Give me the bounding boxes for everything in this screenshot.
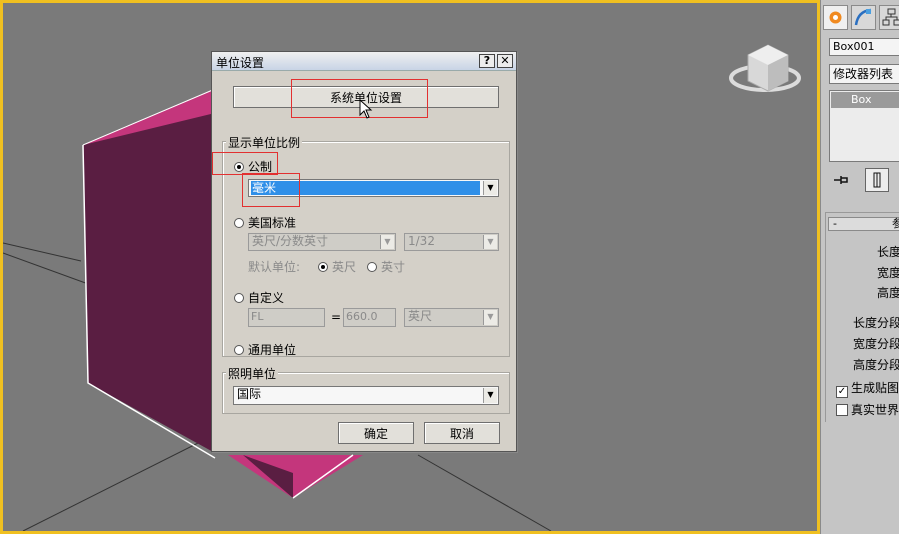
- ok-button[interactable]: 确定: [338, 422, 414, 444]
- dialog-title-bar[interactable]: 单位设置 ? ✕: [212, 52, 516, 71]
- real-world-label: 真实世界: [851, 403, 899, 417]
- modify-tab-icon[interactable]: [851, 5, 876, 30]
- custom-label: 自定义: [248, 291, 285, 305]
- default-unit-label: 默认单位:: [248, 260, 301, 274]
- default-feet-radio[interactable]: 英尺: [318, 258, 356, 275]
- command-panel-tabs: [823, 5, 899, 31]
- gen-mapping-checkbox[interactable]: ✓ 生成贴图: [836, 379, 899, 398]
- param-height-label: 高度: [876, 286, 899, 300]
- param-height-segs-label: 高度分段: [852, 358, 899, 372]
- chevron-down-icon: ▼: [483, 388, 497, 403]
- metric-units-dropdown[interactable]: 毫米 ▼: [248, 179, 499, 197]
- radio-selected-icon: [318, 262, 328, 272]
- rollout-toggle: -: [833, 217, 837, 230]
- us-fraction-dropdown[interactable]: 1/32 ▼: [404, 233, 499, 251]
- modifier-stack[interactable]: Box: [829, 90, 899, 162]
- metric-units-value: 毫米: [251, 181, 480, 195]
- metric-radio[interactable]: 公制: [234, 158, 272, 175]
- radio-unselected-icon: [234, 218, 244, 228]
- custom-unit-value: 英尺: [408, 309, 433, 323]
- cancel-button[interactable]: 取消: [424, 422, 500, 444]
- radio-unselected-icon: [367, 262, 377, 272]
- checkbox-unchecked-icon: [836, 404, 848, 416]
- custom-radio[interactable]: 自定义: [234, 289, 284, 306]
- rollout-header[interactable]: - 参: [828, 217, 899, 231]
- grid-line: [22, 432, 219, 531]
- box-front-face[interactable]: [83, 89, 215, 453]
- custom-unit-dropdown[interactable]: 英尺 ▼: [404, 308, 499, 327]
- object-name-field[interactable]: Box001: [829, 38, 899, 56]
- create-tab-icon[interactable]: [823, 5, 848, 30]
- dialog-title: 单位设置: [216, 56, 265, 70]
- lighting-units-legend: 照明单位: [226, 365, 279, 382]
- real-world-checkbox[interactable]: 真实世界: [836, 401, 899, 418]
- command-panel: Box001 修改器列表 Box - 参 长度 宽度 高度 长度分段 宽度分段 …: [820, 0, 899, 534]
- metric-label: 公制: [248, 160, 273, 174]
- stack-item-box[interactable]: Box: [831, 92, 899, 108]
- gen-mapping-label: 生成贴图: [851, 381, 899, 395]
- chevron-down-icon: ▼: [483, 310, 497, 325]
- us-fraction-value: 1/32: [408, 234, 435, 248]
- us-units-value: 英尺/分数英寸: [252, 234, 329, 248]
- rollout-title: 参: [892, 217, 899, 230]
- chevron-down-icon: ▼: [483, 235, 497, 249]
- radio-unselected-icon: [234, 345, 244, 355]
- custom-name-field[interactable]: FL: [248, 308, 325, 327]
- radio-selected-icon: [234, 162, 244, 172]
- us-standard-radio[interactable]: 美国标准: [234, 214, 296, 231]
- custom-equals-label: =: [331, 310, 342, 324]
- hierarchy-tab-icon[interactable]: [879, 5, 899, 30]
- param-width-segs-label: 宽度分段: [852, 337, 899, 351]
- param-length-label: 长度: [876, 245, 899, 259]
- generic-units-radio[interactable]: 通用单位: [234, 341, 296, 358]
- chevron-down-icon: ▼: [380, 235, 394, 249]
- show-end-result-icon[interactable]: [865, 168, 889, 192]
- pin-stack-icon[interactable]: [831, 170, 851, 190]
- default-inch-radio[interactable]: 英寸: [367, 258, 405, 275]
- stack-tools: [829, 168, 899, 192]
- lighting-units-dropdown[interactable]: 国际 ▼: [233, 386, 499, 405]
- us-standard-label: 美国标准: [248, 216, 297, 230]
- grid-line: [3, 242, 82, 262]
- chevron-down-icon: ▼: [483, 181, 497, 195]
- default-feet-label: 英尺: [332, 260, 357, 274]
- help-button[interactable]: ?: [479, 54, 495, 68]
- units-setup-dialog: 单位设置 ? ✕ 系统单位设置 显示单位比例 公制 毫米 ▼ 美国标准 英尺/分…: [211, 51, 517, 452]
- mouse-cursor-icon: [359, 99, 373, 119]
- parameters-rollout: - 参 长度 宽度 高度 长度分段 宽度分段 高度分段 ✓ 生成贴图 真实世界: [825, 212, 899, 422]
- grid-line: [417, 454, 552, 531]
- radio-unselected-icon: [234, 293, 244, 303]
- checkbox-checked-icon: ✓: [836, 386, 848, 398]
- close-button[interactable]: ✕: [497, 54, 513, 68]
- display-unit-scale-legend: 显示单位比例: [226, 134, 303, 151]
- default-inch-label: 英寸: [381, 260, 406, 274]
- lighting-units-value: 国际: [237, 387, 262, 401]
- modifier-list-dropdown[interactable]: 修改器列表: [829, 64, 899, 84]
- viewcube-icon[interactable]: [729, 44, 801, 92]
- param-width-label: 宽度: [876, 266, 899, 280]
- us-units-dropdown[interactable]: 英尺/分数英寸 ▼: [248, 233, 396, 251]
- custom-value-field[interactable]: 660.0: [343, 308, 396, 327]
- generic-units-label: 通用单位: [248, 343, 297, 357]
- param-length-segs-label: 长度分段: [852, 316, 899, 330]
